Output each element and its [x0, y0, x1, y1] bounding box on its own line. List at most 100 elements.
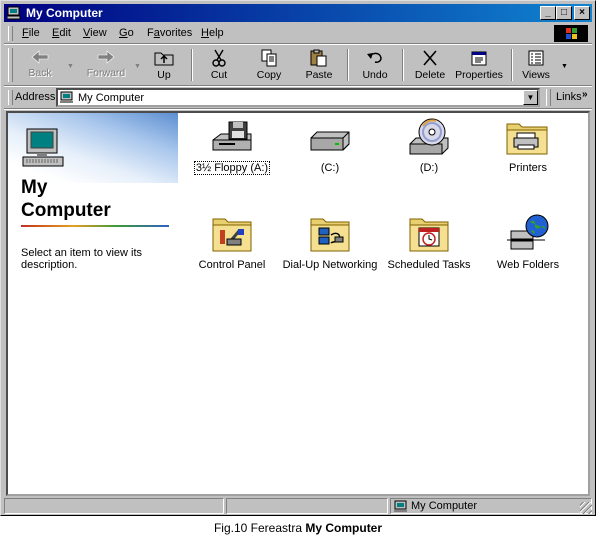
menu-view[interactable]: View [83, 27, 107, 39]
scissors-icon [212, 49, 226, 67]
item-control-panel[interactable]: Control Panel [182, 213, 282, 271]
status-panel-location: My Computer [390, 498, 592, 514]
status-panel-middle [226, 498, 388, 514]
views-button[interactable]: Views [516, 48, 556, 82]
address-label: Address [15, 91, 56, 103]
toolbar-separator [347, 49, 349, 81]
title-bar[interactable]: My Computer _ □ × [4, 4, 592, 22]
item-drive-c[interactable]: (C:) [280, 118, 380, 174]
views-dropdown-icon[interactable]: ▼ [561, 63, 568, 70]
standard-toolbar: Back ▼ Forward ▼ Up Cut Copy Paste Undo … [4, 45, 592, 86]
views-icon [528, 50, 544, 66]
item-label: Scheduled Tasks [387, 259, 471, 271]
up-button[interactable]: Up [144, 48, 184, 82]
paste-button[interactable]: Paste [298, 48, 340, 82]
cut-button[interactable]: Cut [199, 48, 239, 82]
item-label: (C:) [320, 162, 340, 174]
item-printers[interactable]: Printers [478, 118, 578, 174]
back-button[interactable]: Back [18, 48, 62, 82]
computer-icon [60, 91, 73, 103]
item-description: Select an item to view its description. [21, 247, 143, 271]
forward-arrow-icon [97, 50, 115, 64]
menu-edit[interactable]: Edit [52, 27, 71, 39]
back-dropdown-icon[interactable]: ▼ [67, 63, 74, 70]
computer-icon [394, 500, 407, 512]
back-label: Back [28, 67, 52, 79]
menu-help-mnemonic: H [201, 27, 209, 39]
computer-icon [7, 6, 21, 20]
address-bar: Address My Computer ▼ Links » [4, 87, 592, 109]
hard-drive-icon [310, 131, 350, 151]
undo-button[interactable]: Undo [354, 48, 396, 82]
item-dialup-networking[interactable]: Dial-Up Networking [280, 213, 380, 271]
toolbar-grip[interactable] [8, 48, 13, 82]
status-bar: My Computer [4, 498, 592, 514]
menubar-grip[interactable] [8, 26, 13, 41]
delete-x-icon [423, 50, 437, 66]
item-scheduled-tasks[interactable]: Scheduled Tasks [379, 213, 479, 271]
properties-icon [471, 51, 487, 66]
minimize-button[interactable]: _ [540, 6, 556, 20]
addressbar-grip[interactable] [8, 90, 13, 105]
page-title-line2: Computer [21, 200, 111, 221]
item-label: Printers [509, 162, 547, 174]
close-button[interactable]: × [574, 6, 590, 20]
properties-button[interactable]: Properties [454, 48, 504, 82]
forward-button[interactable]: Forward [80, 48, 132, 82]
menu-go-label-rest: o [127, 27, 134, 39]
menu-view-label-rest: iew [90, 27, 107, 39]
webview-info-pane: My Computer Select an item to view its d… [8, 113, 178, 494]
explorer-window: My Computer _ □ × File Edit View Go Favo… [0, 0, 596, 516]
menu-file[interactable]: File [22, 27, 40, 39]
copy-icon [261, 49, 277, 67]
menu-go[interactable]: Go [119, 27, 134, 39]
forward-label: Forward [86, 67, 126, 79]
my-computer-icon [22, 128, 64, 167]
undo-icon [367, 52, 382, 63]
links-chevron-icon[interactable]: » [582, 89, 588, 100]
menu-help[interactable]: Help [201, 27, 224, 39]
menu-favorites[interactable]: Favorites [147, 27, 192, 39]
cd-drive-icon [409, 118, 449, 155]
item-web-folders[interactable]: Web Folders [478, 213, 578, 271]
toolbar-separator [191, 49, 193, 81]
forward-dropdown-icon[interactable]: ▼ [134, 63, 141, 70]
resize-grip[interactable] [580, 502, 592, 514]
status-panel-left [4, 498, 224, 514]
toolbar-separator [511, 49, 513, 81]
links-button[interactable]: Links [556, 91, 582, 103]
menu-go-mnemonic: G [119, 27, 128, 39]
control-panel-icon [212, 218, 252, 252]
undo-label: Undo [362, 69, 388, 81]
floppy-drive-icon [212, 121, 252, 151]
copy-button[interactable]: Copy [248, 48, 290, 82]
address-input[interactable]: My Computer ▼ [56, 88, 540, 107]
delete-button[interactable]: Delete [409, 48, 451, 82]
up-label: Up [157, 69, 171, 81]
address-dropdown-button[interactable]: ▼ [523, 90, 538, 105]
web-folders-icon [507, 214, 549, 250]
dialup-networking-icon [310, 218, 350, 252]
up-folder-icon [154, 52, 174, 66]
item-drive-d[interactable]: (D:) [379, 118, 479, 174]
page-title: My Computer [21, 176, 111, 222]
menu-help-label-rest: elp [208, 27, 224, 39]
menu-file-label-rest: ile [28, 27, 40, 39]
menu-file-mnemonic: F [22, 27, 29, 39]
views-label: Views [522, 69, 550, 81]
folder-view[interactable]: My Computer Select an item to view its d… [6, 111, 590, 496]
item-floppy-drive[interactable]: 3½ Floppy (A:) [182, 118, 282, 175]
address-value: My Computer [78, 92, 145, 104]
menu-favorites-label-start: F [147, 27, 154, 39]
maximize-button[interactable]: □ [556, 6, 572, 20]
copy-label: Copy [256, 69, 282, 81]
printers-folder-icon [506, 123, 548, 155]
links-separator [546, 89, 551, 106]
caption-prefix: Fig.10 Fereastra [213, 521, 303, 535]
cut-label: Cut [210, 69, 228, 81]
windows-logo-icon [554, 25, 588, 42]
back-arrow-icon [31, 50, 49, 64]
menu-edit-label-rest: dit [59, 27, 71, 39]
item-label: (D:) [419, 162, 439, 174]
item-label: Web Folders [496, 259, 560, 271]
